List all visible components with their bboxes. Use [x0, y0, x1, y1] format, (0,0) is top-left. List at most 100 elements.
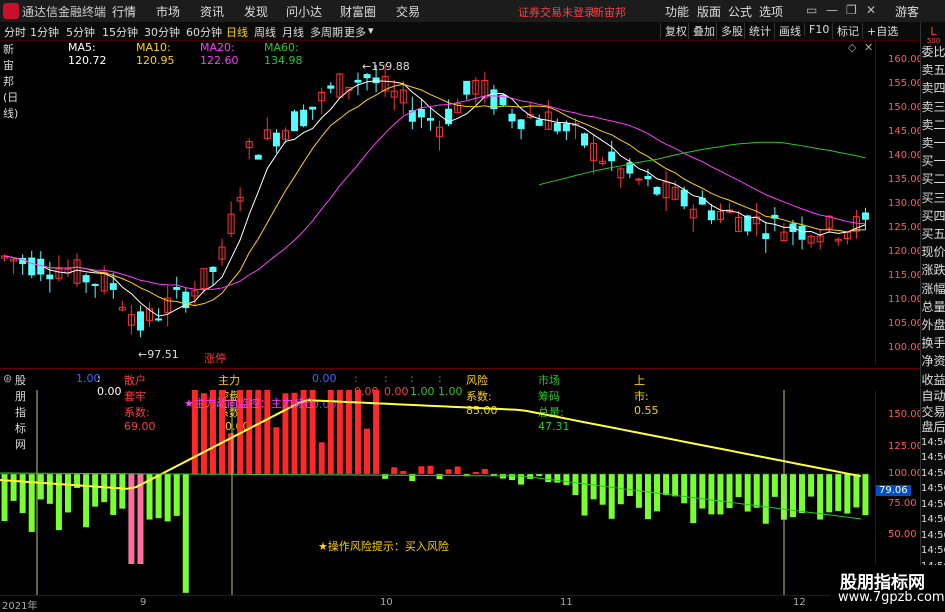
side-label: 14:56: [921, 452, 945, 463]
quote-field-label: 卖四: [921, 81, 945, 96]
adjust-button[interactable]: 复权: [660, 23, 687, 39]
indicator-bar: [137, 474, 144, 564]
candle-body: [354, 79, 362, 83]
indicator-bar: [173, 474, 180, 516]
candlestick-chart[interactable]: ←159.88 ←97.51 涨停: [0, 58, 875, 363]
indicator-bar: [862, 474, 869, 516]
ma-line: [539, 141, 866, 186]
candle-body: [535, 119, 543, 126]
price-tick: 160.00: [888, 54, 923, 65]
indicator-bar: [726, 474, 733, 509]
chevron-down-icon[interactable]: ▾: [368, 24, 374, 37]
candle-body: [798, 225, 806, 240]
gear-icon[interactable]: ⊛: [3, 372, 12, 385]
indicator-bar: [418, 466, 425, 474]
candle-body: [581, 133, 589, 146]
tab-multi-period[interactable]: 多周期: [310, 24, 343, 40]
quote-field-label: 换手: [921, 336, 945, 351]
add-watchlist-button[interactable]: +自选: [862, 23, 898, 39]
menu-news[interactable]: 资讯: [200, 3, 224, 20]
menu-layout[interactable]: 版面: [697, 3, 721, 20]
tab-daily[interactable]: 日线: [226, 24, 248, 40]
menu-wealth[interactable]: 财富圈: [340, 3, 376, 20]
candle-body: [417, 108, 425, 118]
indicator-bar: [55, 474, 62, 531]
candle-body: [82, 275, 90, 283]
quote-field-label: 收益: [921, 372, 945, 387]
minimize-icon[interactable]: —: [826, 3, 838, 17]
price-tick: 120.00: [888, 246, 923, 257]
tab-1min[interactable]: 1分钟: [30, 24, 59, 40]
quote-field-label: 总量: [921, 299, 945, 314]
tab-intraday[interactable]: 分时: [4, 24, 26, 40]
price-tick: 115.00: [888, 270, 923, 281]
tab-15min[interactable]: 15分钟: [102, 24, 138, 40]
multi-stock-button[interactable]: 多股: [716, 23, 743, 39]
quote-field-label: 委比: [921, 45, 945, 59]
user-guest[interactable]: 游客: [895, 3, 919, 20]
menu-function[interactable]: 功能: [665, 3, 689, 20]
limit-up-label: 涨停: [204, 351, 226, 363]
date-axis: 2021年 9 10 11 12: [0, 595, 875, 612]
quote-field-label: 买四: [921, 208, 945, 223]
period-toolbar: 分时 1分钟 5分钟 15分钟 30分钟 60分钟 日线 周线 月线 多周期 更…: [0, 22, 920, 41]
menu-trade[interactable]: 交易: [396, 3, 420, 20]
indicator-bar: [581, 474, 588, 516]
indicator-bar: [590, 474, 597, 500]
stats-button[interactable]: 统计: [744, 23, 771, 39]
login-alert[interactable]: 证券交易未登录: [518, 4, 595, 20]
indicator-bar: [391, 467, 398, 474]
quote-field-label: 卖三: [921, 99, 945, 114]
tab-more[interactable]: 更多: [344, 24, 366, 40]
menu-options[interactable]: 选项: [759, 3, 783, 20]
quote-field-label: 买五: [921, 227, 945, 241]
ind-tick: 125.00: [888, 441, 923, 452]
side-label: 交易: [921, 404, 945, 419]
menu-ask[interactable]: 问小达: [286, 3, 322, 20]
pane-divider[interactable]: [0, 368, 920, 369]
restore-icon[interactable]: ❐: [846, 3, 857, 17]
price-tick: 125.00: [888, 222, 923, 233]
date-tick: 11: [560, 597, 573, 608]
indicator-bar: [699, 474, 706, 509]
indicator-bar: [681, 474, 688, 504]
draw-button[interactable]: 画线: [774, 23, 801, 39]
indicator-bar: [427, 465, 434, 474]
f10-button[interactable]: F10: [804, 23, 829, 36]
tab-weekly[interactable]: 周线: [254, 24, 276, 40]
indicator-bar: [572, 474, 579, 496]
price-tick: 135.00: [888, 174, 923, 185]
close-icon[interactable]: ✕: [866, 3, 876, 17]
price-tick: 100.00: [888, 342, 923, 353]
side-label: 盘后: [921, 420, 945, 434]
indicator-bar: [92, 474, 99, 507]
app-title: 通达信金融终端: [22, 5, 107, 19]
diamond-icon[interactable]: ◇: [848, 41, 856, 54]
tab-5min[interactable]: 5分钟: [66, 24, 95, 40]
indicator-bar: [735, 474, 742, 498]
mark-button[interactable]: 标记: [832, 23, 859, 39]
indicator-bar: [672, 474, 679, 497]
indicator-bar: [83, 474, 90, 528]
overlay-button[interactable]: 叠加: [688, 23, 715, 39]
menu-quotes[interactable]: 行情: [112, 3, 136, 20]
stock-link[interactable]: 新宙邦: [593, 4, 626, 20]
close-icon[interactable]: ✕: [864, 41, 873, 54]
indicator-bar: [46, 474, 53, 504]
menu-discover[interactable]: 发现: [244, 3, 268, 20]
menu-formula[interactable]: 公式: [728, 3, 752, 20]
tab-monthly[interactable]: 月线: [282, 24, 304, 40]
indicator-bar: [808, 474, 815, 497]
indicator-chart[interactable]: ★主力动向监控：主力减仓 ★操作风险提示：买入风险: [0, 390, 875, 595]
indicator-bar: [19, 474, 26, 514]
window-icon[interactable]: ▭: [806, 3, 817, 17]
tab-30min[interactable]: 30分钟: [144, 24, 180, 40]
indicator-bar: [817, 474, 824, 520]
menu-market[interactable]: 市场: [156, 3, 180, 20]
candle-body: [653, 186, 661, 195]
indicator-bar: [119, 474, 126, 509]
high-price-label: ←159.88: [362, 60, 410, 73]
annotation-risk: ★操作风险提示：买入风险: [318, 539, 449, 553]
tab-60min[interactable]: 60分钟: [186, 24, 222, 40]
date-tick: 10: [380, 597, 393, 608]
